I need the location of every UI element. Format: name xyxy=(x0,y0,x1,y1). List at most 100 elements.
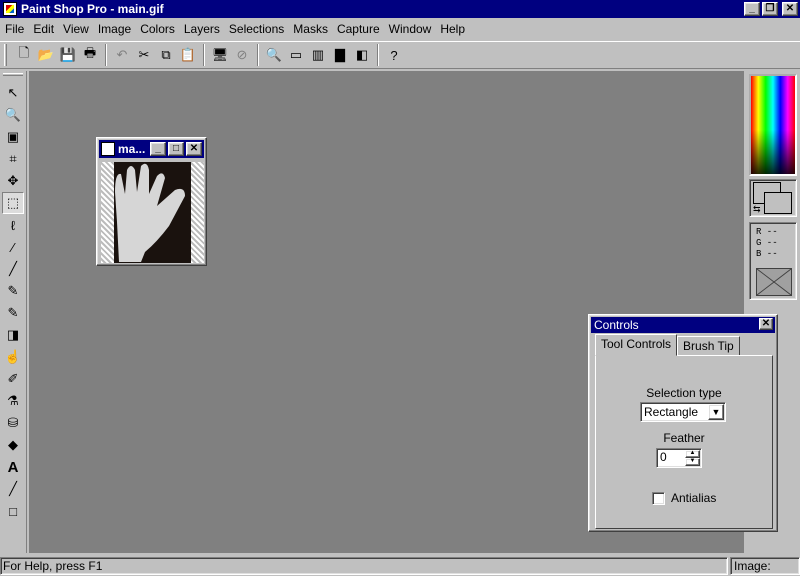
zoom-tool-icon[interactable]: 🔍 xyxy=(2,104,24,126)
no-color-icon xyxy=(756,268,792,296)
image-close-button[interactable]: ✕ xyxy=(186,142,202,156)
paste-icon[interactable]: 📋 xyxy=(177,44,199,66)
spin-down-icon[interactable]: ▼ xyxy=(685,458,700,466)
color-swatch-area[interactable]: ⇆ xyxy=(749,179,797,217)
minimize-button[interactable]: _ xyxy=(744,2,760,16)
selection-type-label: Selection type xyxy=(646,386,722,400)
flood-fill-icon[interactable]: ◆ xyxy=(2,434,24,456)
color-palette: ⇆ R -- G -- B -- xyxy=(746,71,800,303)
controls-close-button[interactable]: ✕ xyxy=(759,318,773,330)
chevron-down-icon[interactable]: ▼ xyxy=(708,404,724,420)
menu-capture[interactable]: Capture xyxy=(334,22,383,36)
controls-title: Controls xyxy=(594,318,639,332)
menu-window[interactable]: Window xyxy=(386,22,435,36)
controls-titlebar[interactable]: Controls ✕ xyxy=(591,317,775,333)
window-title: Paint Shop Pro - main.gif xyxy=(21,2,164,16)
antialias-checkbox-box[interactable] xyxy=(652,491,665,505)
selection-type-select[interactable]: Rectangle ▼ xyxy=(640,402,726,422)
feather-input[interactable]: 0 ▲ ▼ xyxy=(656,448,702,468)
tab-tool-controls[interactable]: Tool Controls xyxy=(595,334,678,356)
antialias-checkbox[interactable]: Antialias xyxy=(652,491,716,505)
menu-colors[interactable]: Colors xyxy=(137,22,178,36)
magic-wand-icon[interactable]: ⁄ xyxy=(2,236,24,258)
color-replacer-icon[interactable]: ◨ xyxy=(2,324,24,346)
undo-icon[interactable]: ↶ xyxy=(111,44,133,66)
paint-shop-pro-icon[interactable] xyxy=(3,2,17,16)
green-readout: G -- xyxy=(756,238,778,248)
image-maximize-button[interactable]: □ xyxy=(168,142,184,156)
toolbar-toggle-icon[interactable]: ▭ xyxy=(285,44,307,66)
feather-label: Feather xyxy=(663,431,705,445)
blue-readout: B -- xyxy=(756,249,778,259)
red-readout: R -- xyxy=(756,227,778,237)
window-controls: _ ❐ ✕ xyxy=(744,2,798,16)
menu-bar: File Edit View Image Colors Layers Selections M… xyxy=(0,19,800,39)
image-icon xyxy=(101,142,115,156)
no-entry-icon[interactable]: ⊘ xyxy=(231,44,253,66)
image-window[interactable]: ma... _ □ ✕ xyxy=(96,137,207,266)
menu-layers[interactable]: Layers xyxy=(181,22,223,36)
toolbar-separator xyxy=(203,44,205,66)
retouch-icon[interactable]: ☝ xyxy=(2,346,24,368)
color-palette-icon[interactable]: ▥ xyxy=(307,44,329,66)
spin-up-icon[interactable]: ▲ xyxy=(685,450,700,458)
layers-icon[interactable]: ◧ xyxy=(351,44,373,66)
rgb-readout: R -- G -- B -- xyxy=(749,222,797,300)
shape-tool-icon[interactable]: □ xyxy=(2,500,24,522)
selection-tool-icon[interactable]: ⬚ xyxy=(2,192,24,214)
antialias-label: Antialias xyxy=(671,491,717,505)
copy-icon[interactable]: ⧉ xyxy=(155,44,177,66)
eraser-icon[interactable]: ✐ xyxy=(2,368,24,390)
zoom-icon[interactable]: 🔍 xyxy=(263,44,285,66)
menu-help[interactable]: Help xyxy=(437,22,468,36)
toolbar-separator xyxy=(105,44,107,66)
close-button[interactable]: ✕ xyxy=(782,2,798,16)
image-canvas[interactable] xyxy=(101,162,204,263)
dropper-icon[interactable]: ╱ xyxy=(2,258,24,280)
tab-brush-tip[interactable]: Brush Tip xyxy=(677,336,740,356)
freehand-tool-icon[interactable]: ℓ xyxy=(2,214,24,236)
status-bar: For Help, press F1 Image: None xyxy=(0,555,800,576)
swap-colors-icon[interactable]: ⇆ xyxy=(753,204,761,215)
new-file-icon[interactable]: 🗋 xyxy=(13,44,35,66)
tool-palette: ↖ 🔍 ▣ ⌗ ✥ ⬚ ℓ ⁄ ╱ ✎ ✎ ◨ ☝ ✐ ⚗ ⛁ ◆ A ╱ □ xyxy=(0,71,27,553)
controls-panel[interactable]: Controls ✕ Tool Controls Brush Tip Selec… xyxy=(588,314,778,532)
clone-brush-icon[interactable]: ✎ xyxy=(2,302,24,324)
menu-masks[interactable]: Masks xyxy=(290,22,331,36)
paintbrush-icon[interactable]: ✎ xyxy=(2,280,24,302)
crop-tool-icon[interactable]: ⌗ xyxy=(2,148,24,170)
image-minimize-button[interactable]: _ xyxy=(150,142,166,156)
selection-type-value: Rectangle xyxy=(644,405,699,419)
save-icon[interactable]: 💾 xyxy=(57,44,79,66)
context-help-icon[interactable]: ? xyxy=(383,44,405,66)
mover-tool-icon[interactable]: ✥ xyxy=(2,170,24,192)
image-window-title: ma... xyxy=(118,142,146,156)
toolbar-separator xyxy=(377,44,379,66)
title-bar: Paint Shop Pro - main.gif _ ❐ ✕ xyxy=(0,0,800,18)
full-screen-icon[interactable]: 🖥 xyxy=(209,44,231,66)
background-color[interactable] xyxy=(764,192,792,214)
open-folder-icon[interactable]: 📂 xyxy=(35,44,57,66)
color-spectrum[interactable] xyxy=(749,74,797,176)
menu-view[interactable]: View xyxy=(60,22,92,36)
restore-button[interactable]: ❐ xyxy=(762,2,778,16)
line-tool-icon[interactable]: ╱ xyxy=(2,478,24,500)
menu-selections[interactable]: Selections xyxy=(226,22,287,36)
print-icon[interactable]: 🖶 xyxy=(79,44,101,66)
tool-palette-grip[interactable] xyxy=(3,73,23,76)
histogram-icon[interactable]: ▇ xyxy=(329,44,351,66)
image-window-titlebar[interactable]: ma... _ □ ✕ xyxy=(99,140,204,158)
menu-file[interactable]: File xyxy=(2,22,27,36)
main-toolbar: 🗋 📂 💾 🖶 ↶ ✂ ⧉ 📋 🖥 ⊘ 🔍 ▭ ▥ ▇ ◧? xyxy=(0,41,800,69)
picture-tube-icon[interactable]: ⚗ xyxy=(2,390,24,412)
cut-icon[interactable]: ✂ xyxy=(133,44,155,66)
toolbar-grip[interactable] xyxy=(4,44,7,66)
menu-image[interactable]: Image xyxy=(95,22,134,36)
menu-edit[interactable]: Edit xyxy=(30,22,57,36)
text-tool-icon[interactable]: A xyxy=(2,456,24,478)
airbrush-icon[interactable]: ⛁ xyxy=(2,412,24,434)
status-image: Image: None xyxy=(730,556,800,576)
tool-controls-body: Selection type Rectangle ▼ Feather 0 ▲ ▼… xyxy=(595,355,773,529)
deform-tool-icon[interactable]: ▣ xyxy=(2,126,24,148)
arrow-tool-icon[interactable]: ↖ xyxy=(2,82,24,104)
